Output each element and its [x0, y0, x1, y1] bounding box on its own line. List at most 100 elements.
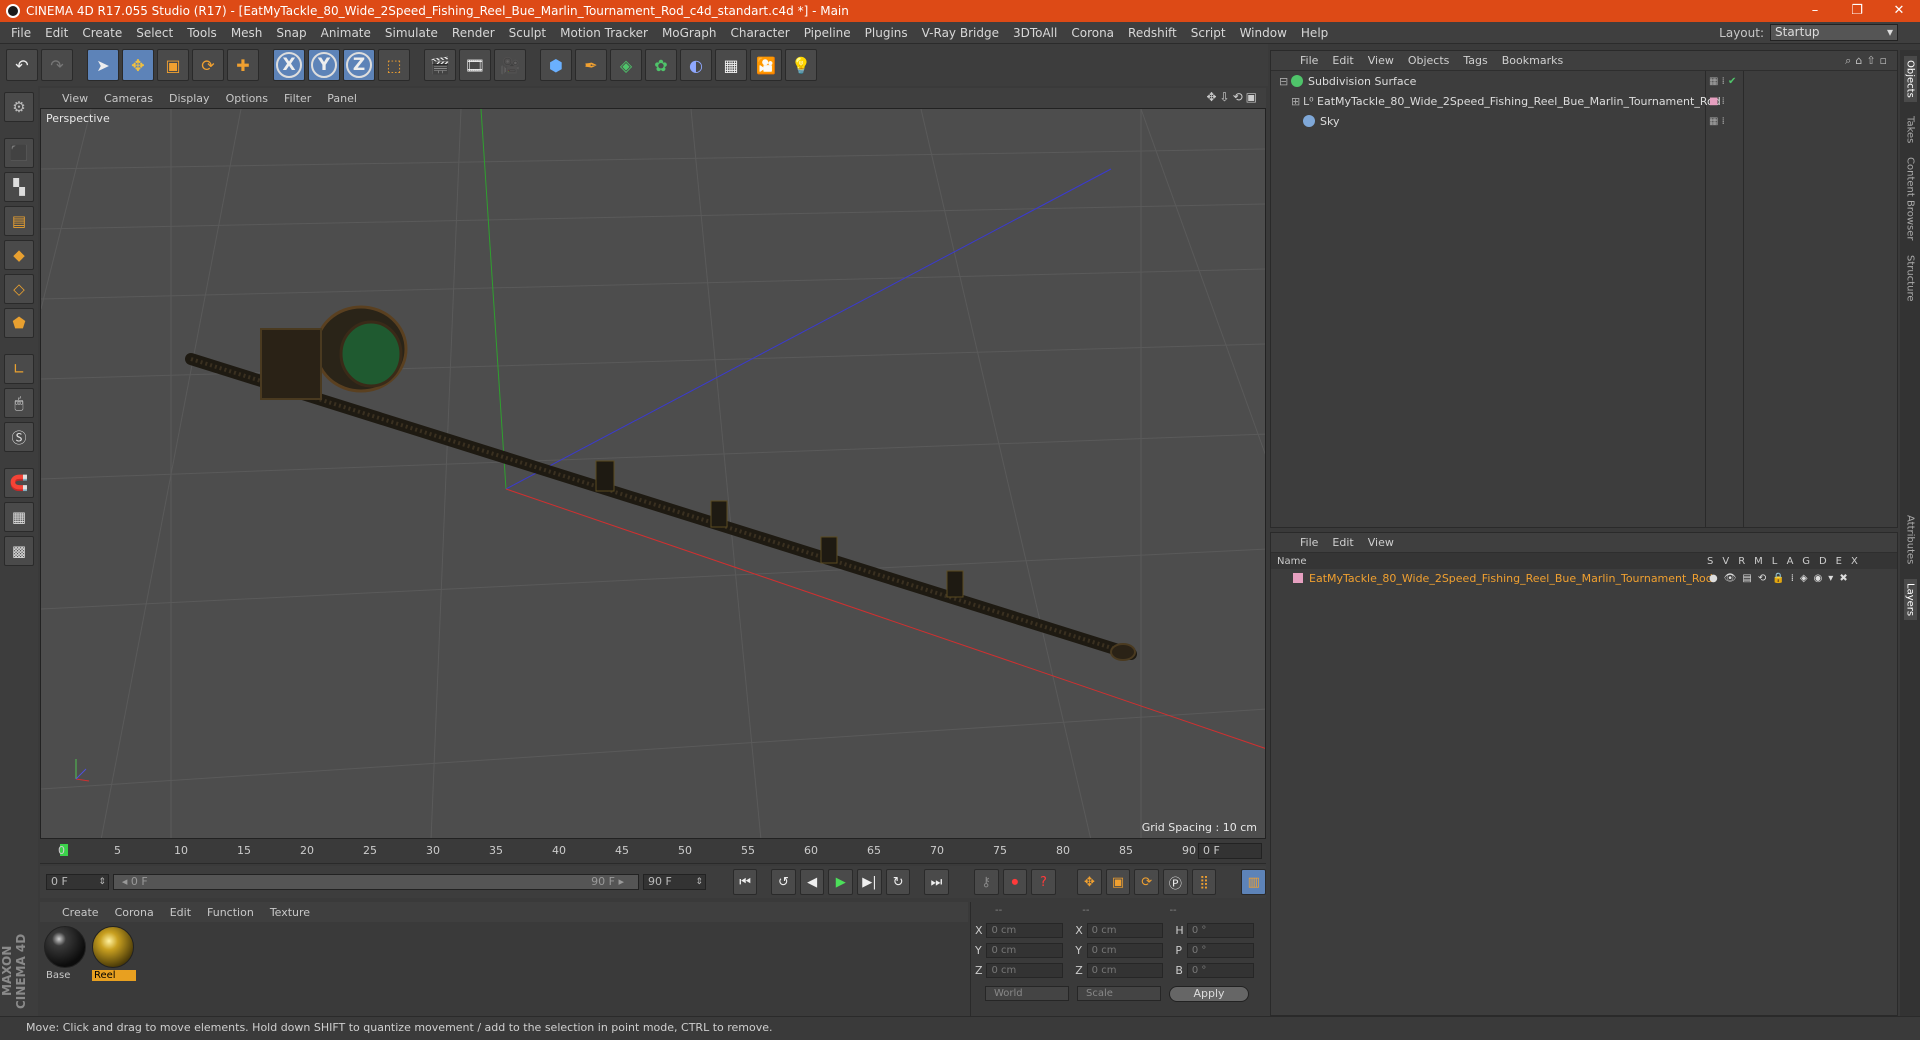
floor-button[interactable]: ▦	[715, 49, 747, 81]
collapse-icon[interactable]: ⊟	[1279, 75, 1291, 88]
objects-menu-objects[interactable]: Objects	[1401, 54, 1457, 67]
objects-menu-edit[interactable]: Edit	[1325, 54, 1360, 67]
live-selection-button[interactable]: ➤	[87, 49, 119, 81]
layer-color-swatch[interactable]	[1293, 573, 1303, 583]
menu-sculpt[interactable]: Sculpt	[502, 26, 553, 40]
material-menu-create[interactable]: Create	[54, 906, 107, 919]
maximize-button[interactable]: ❐	[1836, 0, 1878, 22]
tab-content-browser[interactable]: Content Browser	[1905, 157, 1916, 240]
tab-layers[interactable]: Layers	[1903, 578, 1917, 620]
snap-button[interactable]: Ⓢ	[4, 422, 34, 452]
menu-mesh[interactable]: Mesh	[224, 26, 270, 40]
menu-corona[interactable]: Corona	[1064, 26, 1121, 40]
lock-workplane-button[interactable]: ▦	[4, 502, 34, 532]
start-frame-field[interactable]: 0 F	[46, 874, 109, 890]
rotation-p-field[interactable]: 0 °	[1186, 942, 1254, 958]
model-mode-button[interactable]: ⬛	[4, 138, 34, 168]
size-z-field[interactable]: 0 cm	[1086, 962, 1164, 978]
layers-menu-view[interactable]: View	[1361, 536, 1401, 549]
objects-menu-view[interactable]: View	[1361, 54, 1401, 67]
objects-menu-bookmarks[interactable]: Bookmarks	[1495, 54, 1570, 67]
menu-help[interactable]: Help	[1294, 26, 1335, 40]
menu-create[interactable]: Create	[75, 26, 129, 40]
position-z-field[interactable]: 0 cm	[986, 962, 1064, 978]
key-pla-button[interactable]: ⣿	[1191, 869, 1217, 895]
coordinate-system-button[interactable]: ⬚	[378, 49, 410, 81]
pen-spline-button[interactable]: ✒	[575, 49, 607, 81]
viewport-menu-display[interactable]: Display	[161, 92, 218, 105]
preview-range-slider[interactable]: ◂ 0 F 90 F ▸	[112, 874, 639, 890]
object-row-subdivision-surface[interactable]: ⊟ Subdivision Surface ▦ ⁞ ✔	[1271, 71, 1897, 91]
new-window-icon[interactable]: ▫	[1880, 54, 1891, 67]
menu-motion-tracker[interactable]: Motion Tracker	[553, 26, 655, 40]
magnet-button[interactable]: 🧲	[4, 468, 34, 498]
menu-vray-bridge[interactable]: V-Ray Bridge	[915, 26, 1006, 40]
menu-character[interactable]: Character	[723, 26, 796, 40]
key-parameter-button[interactable]: Ⓟ	[1163, 869, 1188, 895]
material-reel[interactable]: Reel	[92, 926, 136, 981]
points-mode-button[interactable]: ◆	[4, 240, 34, 270]
menu-render[interactable]: Render	[445, 26, 502, 40]
redo-button[interactable]: ↷	[41, 49, 73, 81]
key-scale-button[interactable]: ▣	[1105, 869, 1131, 895]
frame-ruler[interactable]: 0 5 10 15 20 25 30 35 40 45 50 55 60 65 …	[50, 840, 1200, 864]
size-y-field[interactable]: 0 cm	[1086, 942, 1164, 958]
layout-select[interactable]: Startup	[1770, 24, 1898, 41]
material-menu-edit[interactable]: Edit	[162, 906, 199, 919]
layer-flag-toggles[interactable]: ●👁▤⟲🔒⁞◈◉▾✖	[1709, 573, 1854, 584]
layers-menu-edit[interactable]: Edit	[1325, 536, 1360, 549]
objects-menu-file[interactable]: File	[1293, 54, 1325, 67]
position-x-field[interactable]: 0 cm	[986, 922, 1064, 938]
layer-row[interactable]: EatMyTackle_80_Wide_2Speed_Fishing_Reel_…	[1271, 569, 1897, 587]
play-button[interactable]: ▶	[828, 869, 854, 895]
menu-plugins[interactable]: Plugins	[858, 26, 915, 40]
menu-redshift[interactable]: Redshift	[1121, 26, 1184, 40]
menu-3dtoall[interactable]: 3DToAll	[1006, 26, 1064, 40]
viewport-menu-cameras[interactable]: Cameras	[96, 92, 161, 105]
object-flags[interactable]: ■ ⁞	[1709, 96, 1725, 107]
tab-attributes[interactable]: Attributes	[1905, 515, 1916, 564]
object-manager-icons[interactable]: ⌕⌂⇧▫	[1845, 54, 1897, 68]
x-axis-button[interactable]: X	[273, 49, 305, 81]
undo-button[interactable]: ↶	[6, 49, 38, 81]
material-base[interactable]: Base	[44, 926, 88, 981]
object-flags[interactable]: ▦ ⁞	[1709, 116, 1725, 127]
timeline-ruler[interactable]: 0 5 10 15 20 25 30 35 40 45 50 55 60 65 …	[40, 840, 1266, 864]
cube-button[interactable]: ⬢	[540, 49, 572, 81]
move-tool-button[interactable]: ✥	[122, 49, 154, 81]
goto-next-key-button[interactable]: ↻	[885, 869, 911, 895]
render-view-button[interactable]: 🎬	[424, 49, 456, 81]
render-picture-viewer-button[interactable]: 🎞	[459, 49, 491, 81]
search-icon[interactable]: ⌕	[1845, 54, 1855, 67]
viewport-nav-icons[interactable]: ✥⇩⟲▣	[1206, 90, 1260, 104]
make-editable-button[interactable]: ⚙	[4, 92, 34, 122]
layers-menu-file[interactable]: File	[1293, 536, 1325, 549]
home-icon[interactable]: ⌂	[1855, 54, 1866, 67]
menu-mograph[interactable]: MoGraph	[655, 26, 724, 40]
edges-mode-button[interactable]: ◇	[4, 274, 34, 304]
subdivision-button[interactable]: ◈	[610, 49, 642, 81]
viewport-menu-options[interactable]: Options	[218, 92, 276, 105]
prev-frame-button[interactable]: ◀	[799, 869, 825, 895]
menu-edit[interactable]: Edit	[38, 26, 75, 40]
planar-workplane-button[interactable]: ▩	[4, 536, 34, 566]
position-y-field[interactable]: 0 cm	[986, 942, 1064, 958]
goto-start-button[interactable]: ⏮	[732, 869, 758, 895]
rotation-b-field[interactable]: 0 °	[1186, 962, 1254, 978]
autokey-button[interactable]: ?	[1031, 869, 1056, 895]
timeline-window-button[interactable]: ▥	[1241, 869, 1267, 895]
material-menu-texture[interactable]: Texture	[262, 906, 318, 919]
tab-objects[interactable]: Objects	[1903, 56, 1917, 102]
polygons-mode-button[interactable]: ⬟	[4, 308, 34, 338]
material-menu-function[interactable]: Function	[199, 906, 262, 919]
viewport-menu-view[interactable]: View	[54, 92, 96, 105]
key-position-button[interactable]: ✥	[1077, 869, 1102, 895]
menu-tools[interactable]: Tools	[180, 26, 224, 40]
objects-menu-tags[interactable]: Tags	[1456, 54, 1494, 67]
end-frame-field[interactable]: 90 F	[643, 874, 706, 890]
expand-icon[interactable]: ⊞	[1291, 95, 1303, 108]
rotate-tool-button[interactable]: ⟳	[192, 49, 224, 81]
scale-tool-button[interactable]: ▣	[157, 49, 189, 81]
menu-animate[interactable]: Animate	[314, 26, 378, 40]
light-button[interactable]: 💡	[785, 49, 817, 81]
